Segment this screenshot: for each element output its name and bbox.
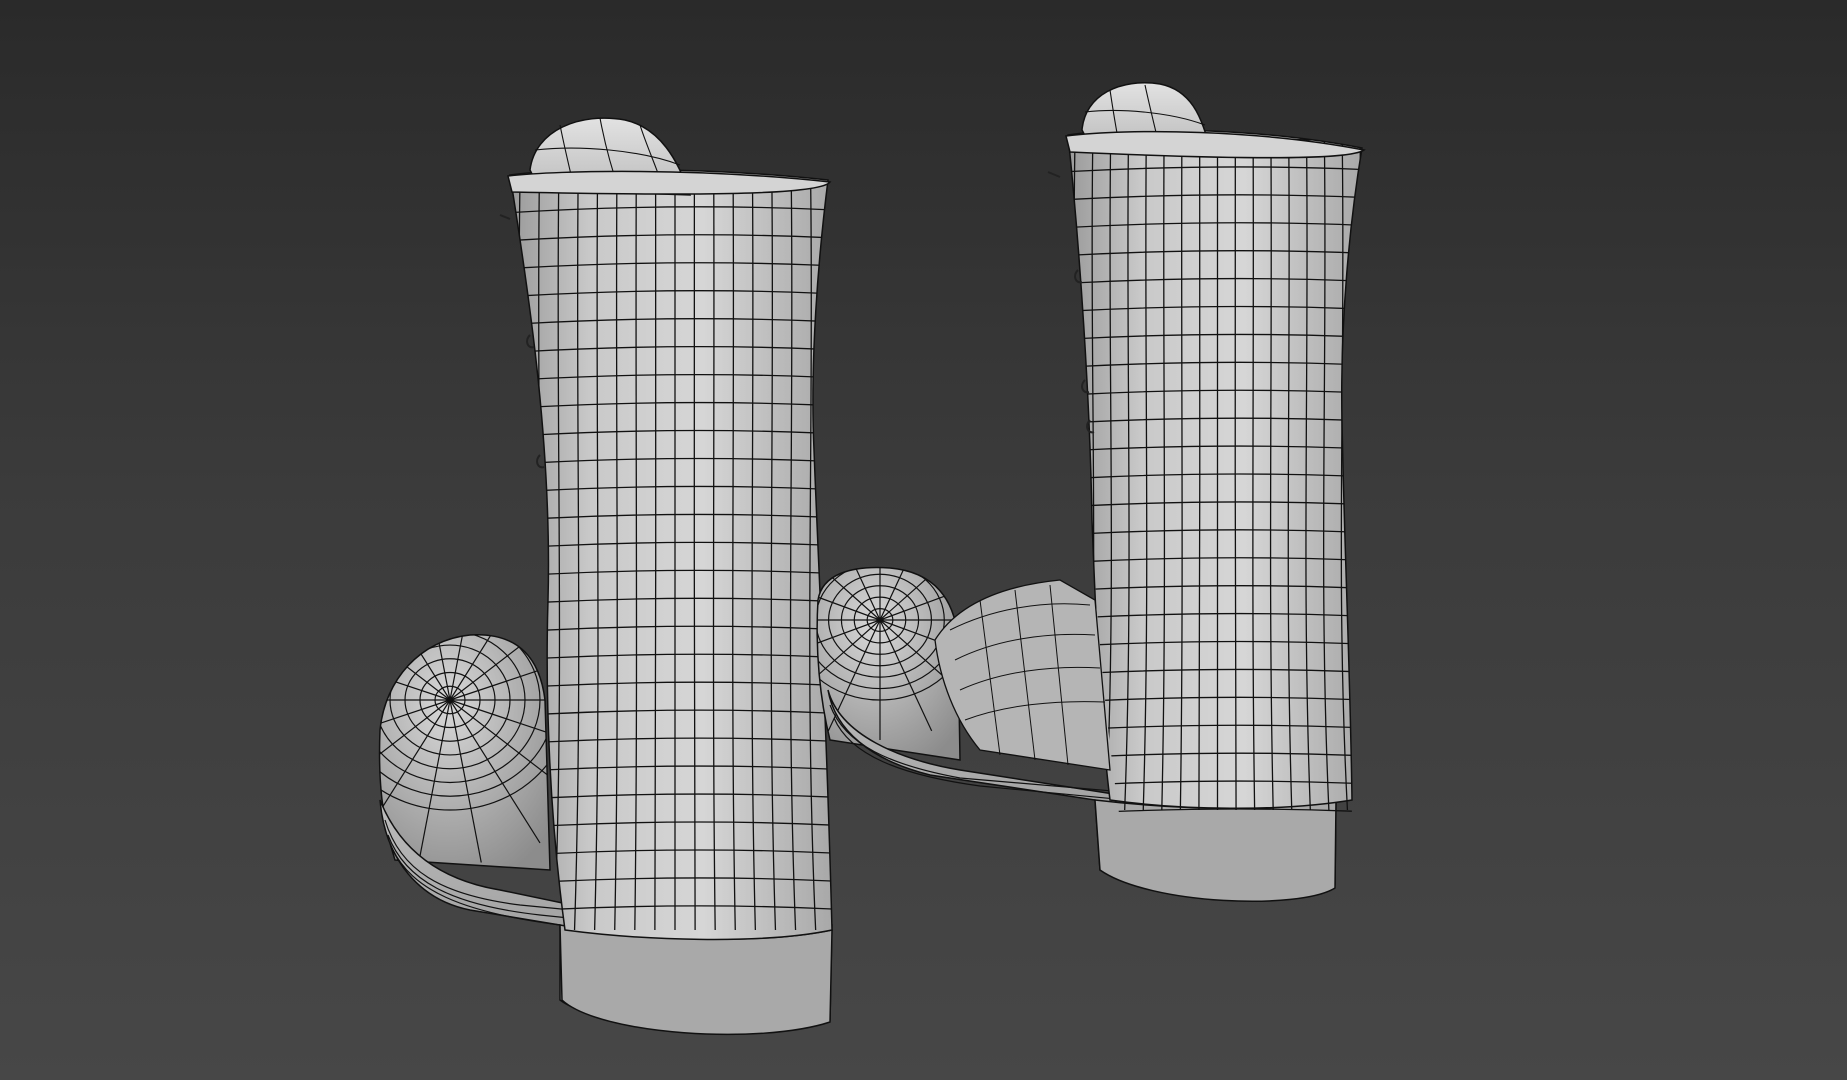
right-boot-vamp <box>934 579 1111 771</box>
wire-edge <box>1358 139 1362 811</box>
right-boot-collar <box>1065 130 1366 159</box>
wire-edge <box>828 179 832 931</box>
right-boot-heel <box>1094 799 1337 902</box>
wire-edge <box>379 634 451 701</box>
viewport-canvas[interactable] <box>0 0 1847 1080</box>
left-boot-heel <box>559 924 833 1036</box>
left-boot[interactable] <box>270 117 870 1036</box>
3d-viewport[interactable] <box>0 0 1847 1080</box>
right-boot[interactable] <box>745 82 1400 902</box>
right-boot-shaft <box>1067 129 1363 809</box>
left-boot-toe <box>378 634 551 871</box>
left-boot-collar <box>507 170 832 195</box>
